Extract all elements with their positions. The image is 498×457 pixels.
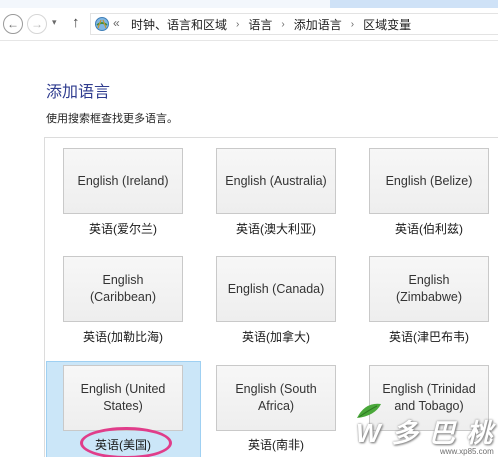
language-caption-australia: 英语(澳大利亚) <box>236 222 316 236</box>
address-bar[interactable]: « 时钟、语言和区域 › 语言 › 添加语言 › 区域变量 <box>90 13 498 35</box>
language-caption-canada: 英语(加拿大) <box>242 330 310 344</box>
navigation-bar: ← → ▾ ↑ « 时钟、语言和区域 › 语言 › 添加语言 › 区域变量 <box>0 8 498 41</box>
watermark-logo: W 多 巴 桃 <box>356 418 495 448</box>
window-top-accent <box>330 0 498 8</box>
page-title: 添加语言 <box>46 84 111 101</box>
language-tile-zimbabwe[interactable]: English (Zimbabwe) <box>369 256 489 322</box>
breadcrumb: 时钟、语言和区域 › 语言 › 添加语言 › 区域变量 <box>131 14 411 34</box>
breadcrumb-overflow-icon[interactable]: « <box>113 16 120 30</box>
language-caption-zimbabwe: 英语(津巴布韦) <box>389 330 469 344</box>
language-tile-australia[interactable]: English (Australia) <box>216 148 336 214</box>
back-button[interactable]: ← <box>3 14 23 34</box>
instruction-text: 使用搜索框查找更多语言。 <box>46 113 178 125</box>
breadcrumb-regional-variants[interactable]: 区域变量 <box>363 16 411 33</box>
language-tile-canada[interactable]: English (Canada) <box>216 256 336 322</box>
window-top-edge <box>0 0 498 8</box>
up-button[interactable]: ↑ <box>72 14 80 31</box>
control-panel-icon <box>95 17 109 31</box>
breadcrumb-clock-language-region[interactable]: 时钟、语言和区域 <box>131 16 227 33</box>
language-tile-belize[interactable]: English (Belize) <box>369 148 489 214</box>
language-tile-south-africa[interactable]: English (South Africa) <box>216 365 336 431</box>
forward-button[interactable]: → <box>27 14 47 34</box>
breadcrumb-add-language[interactable]: 添加语言 <box>294 16 342 33</box>
breadcrumb-separator-icon[interactable]: › <box>281 19 284 30</box>
breadcrumb-language[interactable]: 语言 <box>248 16 272 33</box>
watermark-url: www.xp85.com <box>440 447 494 456</box>
language-tile-ireland[interactable]: English (Ireland) <box>63 148 183 214</box>
language-tile-united-states[interactable]: English (United States) <box>63 365 183 431</box>
add-language-window: ← → ▾ ↑ « 时钟、语言和区域 › 语言 › 添加语言 › 区域变量 添加… <box>0 0 498 457</box>
breadcrumb-separator-icon[interactable]: › <box>351 19 354 30</box>
language-caption-south-africa: 英语(南非) <box>248 438 304 452</box>
language-tile-caribbean[interactable]: English (Caribbean) <box>63 256 183 322</box>
highlight-circle-annotation <box>80 427 172 457</box>
language-caption-ireland: 英语(爱尔兰) <box>89 222 157 236</box>
language-caption-caribbean: 英语(加勒比海) <box>83 330 163 344</box>
language-caption-belize: 英语(伯利兹) <box>395 222 463 236</box>
breadcrumb-separator-icon[interactable]: › <box>236 19 239 30</box>
recent-locations-chevron-icon[interactable]: ▾ <box>52 17 57 28</box>
